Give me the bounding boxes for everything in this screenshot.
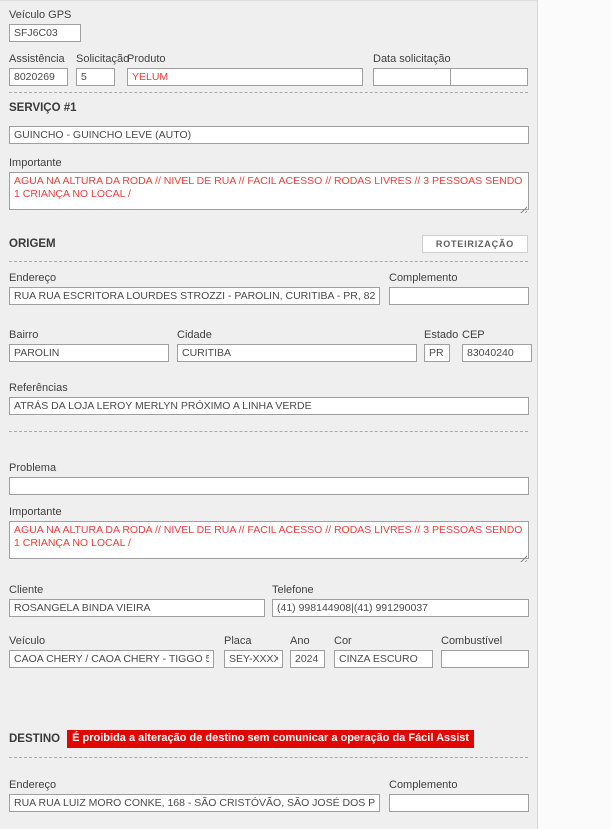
service-heading: SERVIÇO #1 [9, 102, 77, 114]
section-divider [9, 92, 528, 93]
fuel-label: Combustível [441, 635, 503, 647]
assistance-label: Assistência [9, 53, 65, 65]
origin-district-label: Bairro [9, 329, 39, 341]
color-label: Cor [334, 635, 352, 647]
client-input[interactable] [9, 599, 265, 617]
destination-address-label: Endereço [9, 779, 57, 791]
color-input[interactable] [334, 650, 433, 668]
origin-district-field: Bairro [9, 329, 169, 362]
routing-button[interactable]: ROTEIRIZAÇÃO [421, 235, 528, 253]
request-input[interactable] [76, 68, 115, 86]
year-label: Ano [290, 635, 310, 647]
fuel-input[interactable] [441, 650, 529, 668]
service-important-label: Importante [9, 157, 62, 169]
origin-references-label: Referências [9, 382, 68, 394]
request-label: Solicitação [76, 53, 130, 65]
origin-zip-field: CEP [462, 329, 532, 362]
plate-input[interactable] [224, 650, 283, 668]
destination-address-input[interactable] [9, 794, 380, 812]
origin-district-input[interactable] [9, 344, 169, 362]
vehicle-gps-label: Veículo GPS [9, 9, 72, 21]
origin-state-input[interactable] [424, 344, 450, 362]
problem-field: Problema [9, 462, 529, 495]
origin-complement-field: Complemento [389, 272, 529, 305]
origin-complement-input[interactable] [389, 287, 529, 305]
plate-label: Placa [224, 635, 252, 647]
assistance-input[interactable] [9, 68, 68, 86]
origin-complement-label: Complemento [389, 272, 458, 284]
destination-complement-field: Complemento [389, 779, 529, 812]
problem-input[interactable] [9, 477, 529, 495]
client-label: Cliente [9, 584, 44, 596]
destination-heading: DESTINO [9, 732, 61, 745]
request-date-field: Data solicitação [373, 53, 528, 86]
section-divider [9, 757, 528, 758]
vehicle-label: Veículo [9, 635, 46, 647]
request-date-input[interactable] [373, 68, 451, 86]
destination-complement-label: Complemento [389, 779, 458, 791]
service-order-form: Veículo GPS Assistência Solicitação Prod… [0, 0, 538, 829]
origin-city-input[interactable] [177, 344, 417, 362]
vehicle-input[interactable] [9, 650, 214, 668]
origin-zip-label: CEP [462, 329, 485, 341]
service-important-textarea[interactable]: AGUA NA ALTURA DA RODA // NIVEL DE RUA /… [9, 172, 529, 210]
phone-label: Telefone [272, 584, 314, 596]
origin-zip-input[interactable] [462, 344, 532, 362]
section-divider [9, 261, 528, 262]
origin-references-input[interactable] [9, 397, 529, 415]
origin-references-field: Referências [9, 382, 529, 415]
fuel-field: Combustível [441, 635, 529, 668]
client-field: Cliente [9, 584, 265, 617]
request-time-input[interactable] [450, 68, 528, 86]
phone-input[interactable] [272, 599, 529, 617]
assistance-field: Assistência [9, 53, 68, 86]
destination-address-field: Endereço [9, 779, 380, 812]
origin-important-label: Importante [9, 506, 62, 518]
phone-field: Telefone [272, 584, 529, 617]
service-important-field: Importante AGUA NA ALTURA DA RODA // NIV… [9, 157, 529, 215]
origin-heading: ORIGEM [9, 237, 56, 250]
color-field: Cor [334, 635, 433, 668]
year-input[interactable] [290, 650, 325, 668]
problem-label: Problema [9, 462, 57, 474]
vehicle-gps-field: Veículo GPS [9, 9, 81, 42]
plate-field: Placa [224, 635, 283, 668]
section-divider [9, 431, 528, 432]
origin-address-input[interactable] [9, 287, 380, 305]
product-input[interactable] [127, 68, 363, 86]
origin-state-field: Estado [424, 329, 459, 362]
origin-important-field: Importante AGUA NA ALTURA DA RODA // NIV… [9, 506, 529, 564]
origin-address-field: Endereço [9, 272, 380, 305]
service-type-input[interactable] [9, 126, 529, 144]
origin-state-label: Estado [424, 329, 459, 341]
origin-city-field: Cidade [177, 329, 417, 362]
request-date-label: Data solicitação [373, 53, 451, 65]
destination-complement-input[interactable] [389, 794, 529, 812]
request-field: Solicitação [76, 53, 130, 86]
origin-address-label: Endereço [9, 272, 57, 284]
origin-city-label: Cidade [177, 329, 212, 341]
origin-important-textarea[interactable]: AGUA NA ALTURA DA RODA // NIVEL DE RUA /… [9, 521, 529, 559]
destination-warning-badge: É proibida a alteração de destino sem co… [67, 730, 475, 748]
year-field: Ano [290, 635, 325, 668]
product-label: Produto [127, 53, 166, 65]
vehicle-gps-input[interactable] [9, 24, 81, 42]
vehicle-field: Veículo [9, 635, 214, 668]
product-field: Produto [127, 53, 363, 86]
